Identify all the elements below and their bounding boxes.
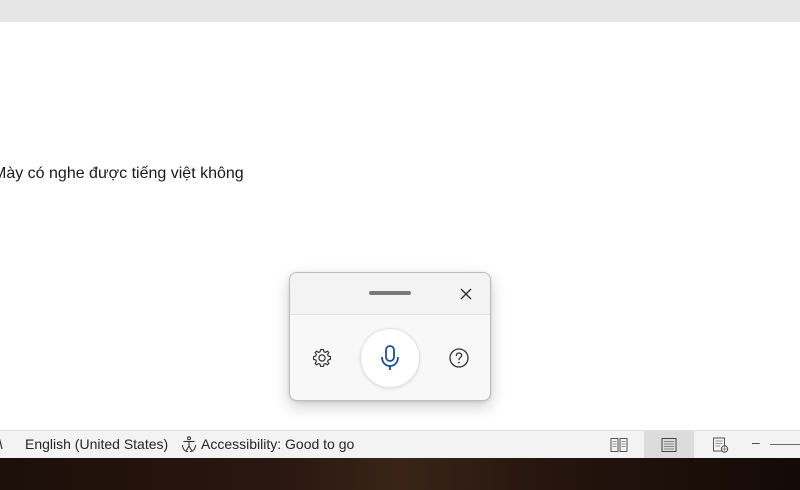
print-layout-button[interactable] — [644, 431, 694, 458]
close-button[interactable] — [452, 282, 480, 306]
accessibility-checker[interactable]: Accessibility: Good to go — [180, 433, 354, 455]
accessibility-icon — [182, 436, 196, 452]
document-text-line[interactable]: Mày có nghe được tiếng việt không — [0, 165, 244, 183]
dictation-toolbar — [289, 272, 491, 401]
app-root: Mày có nghe được tiếng việt không Englis… — [0, 0, 800, 490]
accessibility-status-text: Accessibility: Good to go — [201, 436, 355, 452]
ribbon-area — [0, 0, 800, 22]
desktop-background — [0, 458, 800, 490]
web-layout-button[interactable] — [703, 431, 739, 458]
web-layout-icon — [713, 437, 729, 453]
microphone-icon — [381, 345, 399, 370]
zoom-out-button[interactable]: – — [752, 434, 760, 450]
close-icon — [460, 288, 472, 300]
language-indicator[interactable]: English (United States) — [25, 436, 168, 452]
help-button[interactable] — [443, 342, 475, 374]
gear-icon — [312, 348, 332, 368]
read-mode-icon — [610, 437, 628, 452]
print-layout-icon — [661, 437, 677, 452]
drag-handle-icon[interactable] — [369, 291, 411, 295]
status-bar: English (United States) Accessibility: G… — [0, 430, 800, 458]
settings-button[interactable] — [306, 342, 338, 374]
dictation-titlebar[interactable] — [290, 273, 490, 315]
question-mark-icon — [449, 348, 469, 368]
microphone-button[interactable] — [360, 328, 420, 388]
zoom-slider[interactable] — [770, 444, 800, 445]
taskbar-thumbnail — [459, 458, 473, 464]
read-mode-button[interactable] — [601, 431, 637, 458]
status-bar-edge-icon[interactable] — [0, 436, 4, 453]
